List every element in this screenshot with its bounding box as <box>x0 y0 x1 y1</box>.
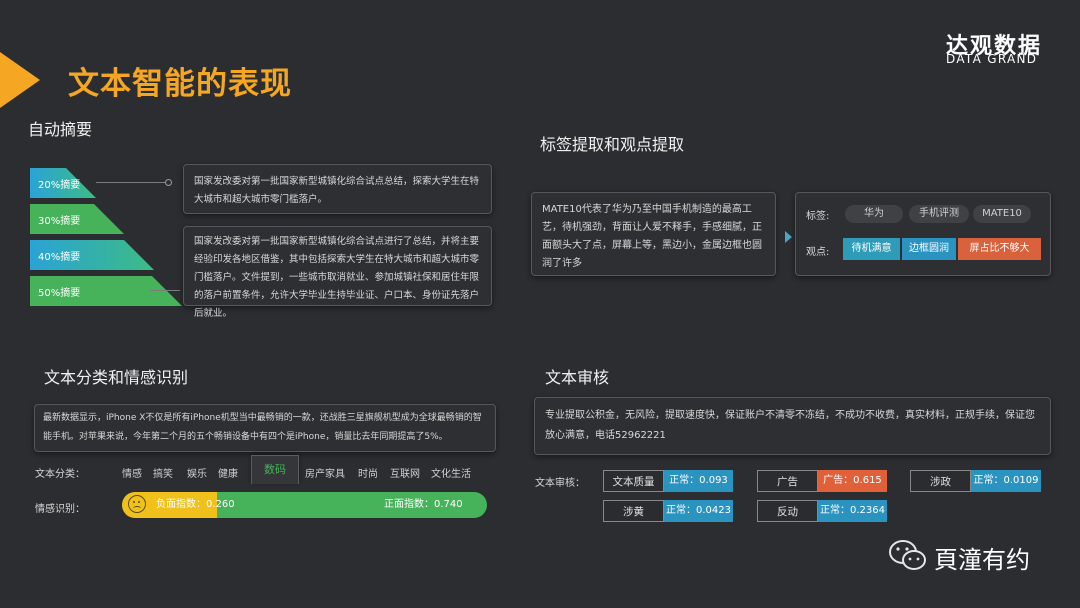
category-item[interactable]: 时尚 <box>358 465 378 480</box>
wechat-icon <box>889 540 926 570</box>
negative-score: 负面指数：0.260 <box>156 499 235 510</box>
tag-pill[interactable]: 华为 <box>845 205 903 223</box>
connector-line <box>150 290 180 291</box>
opinion-tag[interactable]: 屏占比不够大 <box>958 238 1041 260</box>
category-item[interactable]: 情感 <box>122 465 142 480</box>
audit-heading: 文本审核 <box>545 368 610 387</box>
audit-label: 文本审核： <box>535 478 585 489</box>
sentiment-label: 情感识别： <box>35 504 85 515</box>
tag-pill[interactable]: MATE10 <box>973 205 1031 223</box>
summary-heading: 自动摘要 <box>28 120 93 139</box>
connector-dot <box>165 179 172 186</box>
audit-item-value: 正常：0.0423 <box>664 500 733 522</box>
category-item[interactable]: 健康 <box>218 465 238 480</box>
category-selected-label: 数码 <box>264 463 286 476</box>
brand-logo-en: DATA GRAND <box>946 52 1038 66</box>
classify-source-text: 最新数据显示，iPhone X不仅是所有iPhone机型当中最畅销的一款，还战胜… <box>43 413 482 442</box>
summary-long-text: 国家发改委对第一批国家新型城镇化综合试点进行了总结，并将主要经验印发各地区借鉴，… <box>194 236 480 319</box>
category-item[interactable]: 房产家具 <box>305 465 345 480</box>
category-item[interactable]: 搞笑 <box>153 465 173 480</box>
opinions-label: 观点: <box>806 247 830 258</box>
summary-level-30-label[interactable]: 30%摘要 <box>38 212 80 227</box>
audit-source-box: 专业提取公积金，无风险，提取速度快，保证账户不清零不冻结，不成功不收费，真实材料… <box>534 397 1051 455</box>
category-item[interactable]: 娱乐 <box>187 465 207 480</box>
audit-source-text: 专业提取公积金，无风险，提取速度快，保证账户不清零不冻结，不成功不收费，真实材料… <box>545 410 1035 441</box>
watermark-text: 頁潼有约 <box>934 546 1030 574</box>
summary-long-box: 国家发改委对第一批国家新型城镇化综合试点进行了总结，并将主要经验印发各地区借鉴，… <box>183 226 492 319</box>
audit-item-value: 广告：0.615 <box>818 470 887 492</box>
category-label: 文本分类： <box>35 469 85 480</box>
audit-item-value: 正常：0.093 <box>664 470 733 492</box>
classify-source-box: 最新数据显示，iPhone X不仅是所有iPhone机型当中最畅销的一款，还战胜… <box>34 404 496 452</box>
classify-heading: 文本分类和情感识别 <box>44 368 189 387</box>
tagging-source-text: MATE10代表了华为乃至中国手机制造的最高工艺，待机强劲，背面让人爱不释手，手… <box>542 204 762 269</box>
audit-item-name: 广告 <box>757 470 818 492</box>
arrow-right-icon <box>785 231 792 243</box>
accent-triangle <box>0 52 40 108</box>
audit-item-value: 正常：0.0109 <box>971 470 1041 492</box>
opinion-tag[interactable]: 待机满意 <box>843 238 900 260</box>
audit-item-name: 文本质量 <box>603 470 664 492</box>
summary-level-50-label[interactable]: 50%摘要 <box>38 284 80 299</box>
sentiment-bar: 负面指数：0.260 正面指数：0.740 <box>122 492 487 518</box>
tagging-source-box: MATE10代表了华为乃至中国手机制造的最高工艺，待机强劲，背面让人爱不释手，手… <box>531 192 776 276</box>
summary-short-box: 国家发改委对第一批国家新型城镇化综合试点总结，探索大学生在特大城市和超大城市零门… <box>183 164 492 214</box>
tag-pill[interactable]: 手机评测 <box>909 205 969 223</box>
category-item[interactable]: 文化生活 <box>431 465 471 480</box>
opinion-tag[interactable]: 边框圆润 <box>902 238 956 260</box>
category-item[interactable]: 互联网 <box>390 465 420 480</box>
tags-label: 标签: <box>806 211 830 222</box>
summary-short-text: 国家发改委对第一批国家新型城镇化综合试点总结，探索大学生在特大城市和超大城市零门… <box>194 176 480 205</box>
tagging-heading: 标签提取和观点提取 <box>540 135 685 154</box>
audit-item-value: 正常：0.2364 <box>818 500 887 522</box>
audit-item-name: 涉政 <box>910 470 971 492</box>
sad-face-icon <box>128 495 146 513</box>
page-title: 文本智能的表现 <box>68 66 292 102</box>
connector-line <box>96 182 168 183</box>
summary-level-40-label[interactable]: 40%摘要 <box>38 248 80 263</box>
positive-score: 正面指数：0.740 <box>384 499 463 510</box>
audit-item-name: 反动 <box>757 500 818 522</box>
audit-item-name: 涉黄 <box>603 500 664 522</box>
category-selected-tab[interactable]: 数码 <box>251 455 299 484</box>
summary-level-20-label[interactable]: 20%摘要 <box>38 176 80 191</box>
